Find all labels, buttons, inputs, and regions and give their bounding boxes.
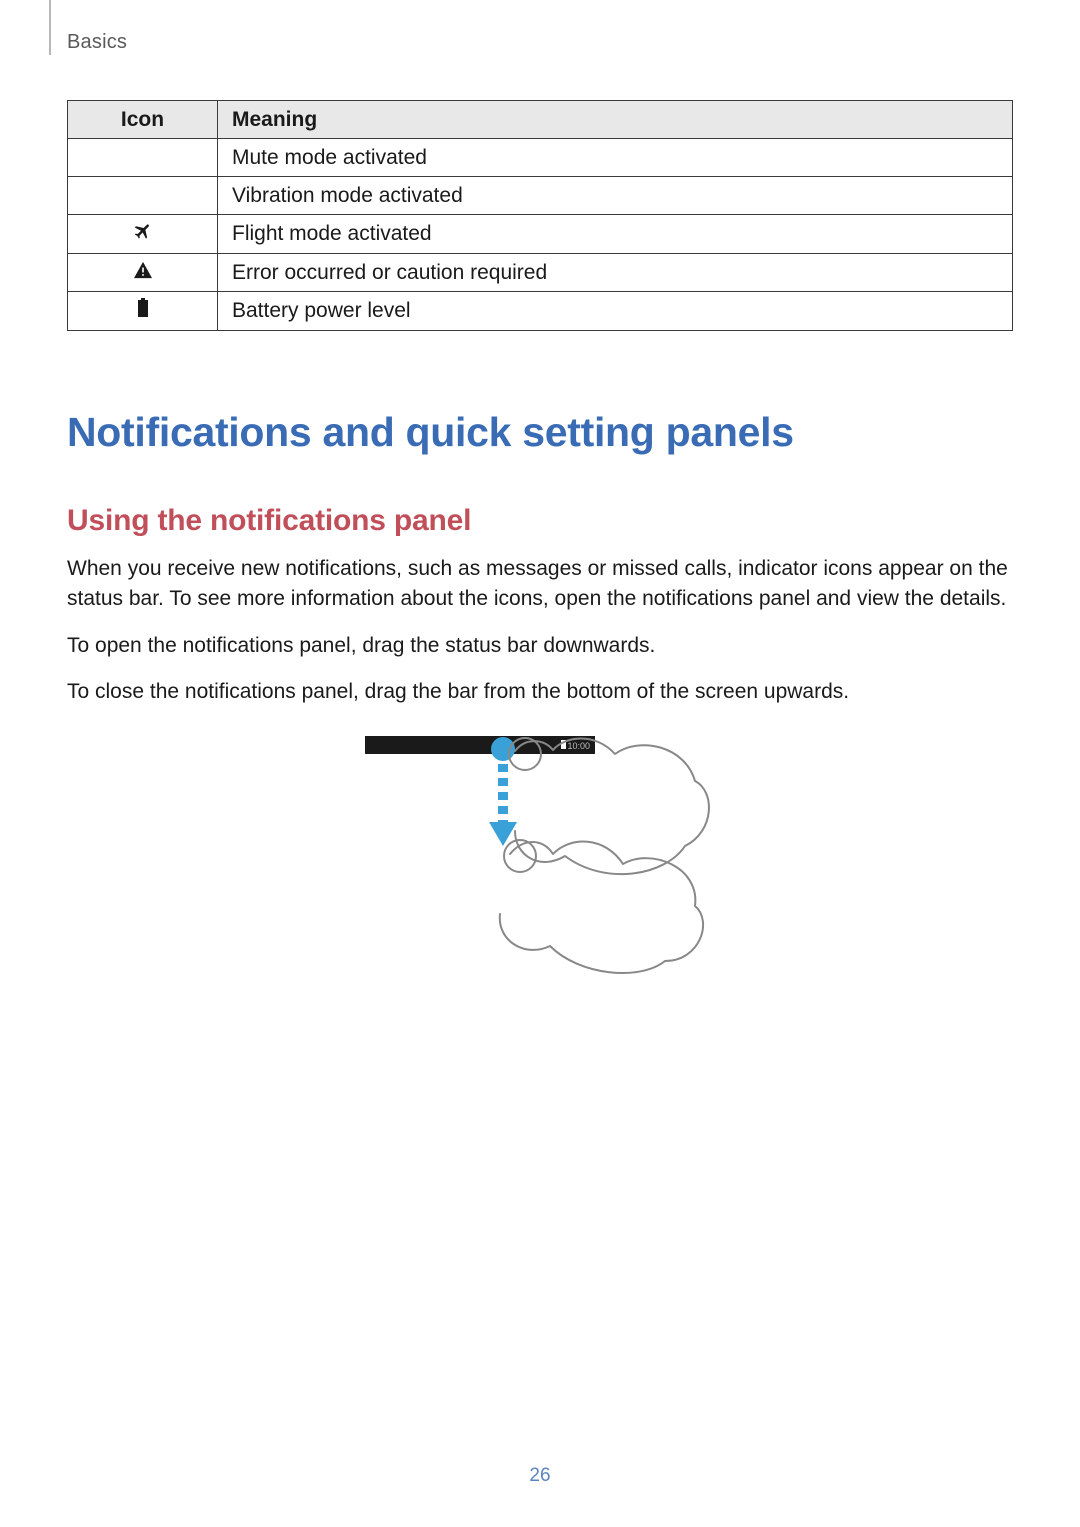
page-title: Notifications and quick setting panels <box>67 409 1013 456</box>
section-subtitle: Using the notifications panel <box>67 504 1013 538</box>
page-number: 26 <box>0 1465 1080 1487</box>
indicator-icon-table: Icon Meaning Mute mode activated Vibrati… <box>67 100 1013 331</box>
swipe-down-illustration: 10:00 <box>365 736 715 976</box>
paragraph: When you receive new notifications, such… <box>67 554 1013 615</box>
table-cell-meaning: Error occurred or caution required <box>218 254 1013 292</box>
table-row: Vibration mode activated <box>68 177 1013 215</box>
status-time: 10:00 <box>567 741 590 751</box>
table-header-icon: Icon <box>68 101 218 139</box>
airplane-icon <box>133 221 153 247</box>
table-row: Battery power level <box>68 292 1013 331</box>
table-row: Flight mode activated <box>68 215 1013 254</box>
table-cell-meaning: Flight mode activated <box>218 215 1013 254</box>
table-row: Mute mode activated <box>68 139 1013 177</box>
page-content: Icon Meaning Mute mode activated Vibrati… <box>67 100 1013 976</box>
paragraph: To close the notifications panel, drag t… <box>67 677 1013 707</box>
table-cell-meaning: Mute mode activated <box>218 139 1013 177</box>
table-cell-meaning: Vibration mode activated <box>218 177 1013 215</box>
table-row: Error occurred or caution required <box>68 254 1013 292</box>
table-cell-meaning: Battery power level <box>218 292 1013 331</box>
warning-icon <box>133 261 153 285</box>
table-header-meaning: Meaning <box>218 101 1013 139</box>
battery-icon <box>137 298 149 324</box>
paragraph: To open the notifications panel, drag th… <box>67 631 1013 661</box>
section-name: Basics <box>67 31 127 54</box>
header-divider <box>49 0 51 55</box>
